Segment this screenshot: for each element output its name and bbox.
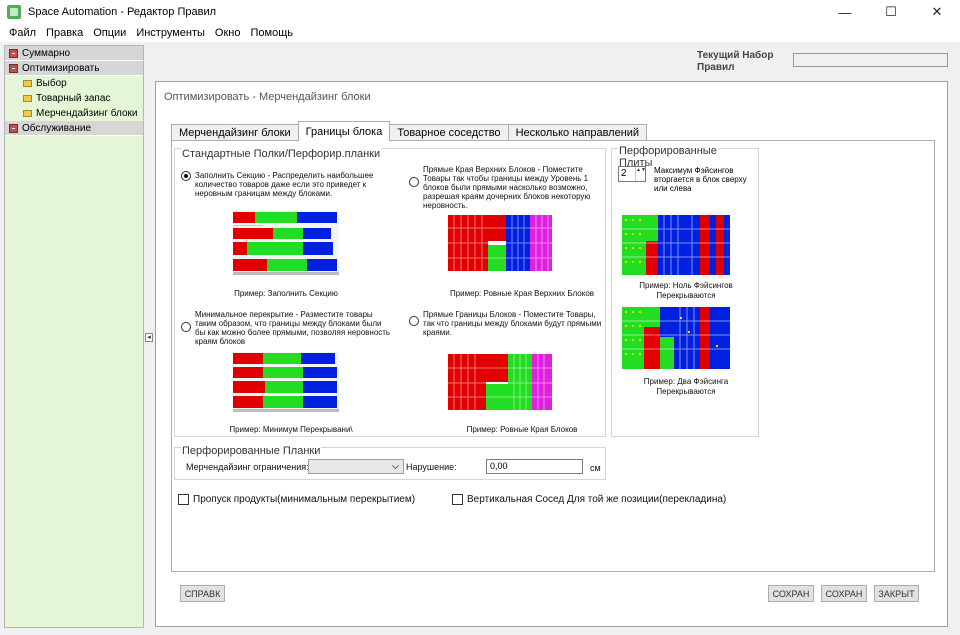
page-title: Оптимизировать - Мерчендайзинг блоки <box>164 91 371 103</box>
violation-label: Нарушение: <box>406 462 457 472</box>
option-fill-section[interactable]: Заполнить Секцию - Распределить наибольш… <box>181 171 386 198</box>
example-zero-facings-image <box>622 211 730 279</box>
vertical-neighbor-checkbox[interactable] <box>452 494 463 505</box>
help-button[interactable]: СПРАВК <box>180 585 225 602</box>
option-straight-block-edges[interactable]: Прямые Границы Блоков - Поместите Товары… <box>409 310 605 337</box>
folder-icon <box>23 80 32 87</box>
constraint-select[interactable] <box>308 459 404 474</box>
example-caption: Пример: Ровные Края Блоков <box>466 425 578 434</box>
menu-window[interactable]: Окно <box>210 27 246 39</box>
save-button-2[interactable]: СОХРАН <box>821 585 867 602</box>
stepper-arrows-icon[interactable]: ▲▼ <box>635 167 646 181</box>
radio-straight-block-edges[interactable] <box>409 316 419 326</box>
tree-item-optimize[interactable]: Оптимизировать <box>5 61 143 76</box>
red-node-icon <box>9 123 18 133</box>
vertical-neighbor-checkbox-row[interactable]: Вертикальная Сосед Для той же позиции(пе… <box>452 494 726 505</box>
tree-item-label: Оптимизировать <box>22 62 100 74</box>
menu-bar: Файл Правка Опции Инструменты Окно Помощ… <box>0 24 960 42</box>
navigation-tree: Суммарно Оптимизировать Выбор Товарный з… <box>4 45 144 628</box>
window-controls: — ☐ ✕ <box>822 0 960 24</box>
violation-input[interactable]: 0,00 <box>486 459 583 474</box>
tree-item-merch-blocks[interactable]: Мерчендайзинг блоки <box>5 106 143 121</box>
unit-label: см <box>590 463 601 473</box>
skip-products-checkbox[interactable] <box>178 494 189 505</box>
example-caption: Пример: Минимум Перекрывани\ <box>229 425 353 434</box>
example-two-facings-image <box>622 305 730 371</box>
tab-content: Стандартные Полки/Перфорир.планки Заполн… <box>171 140 935 572</box>
tree-item-label: Обслуживание <box>22 122 92 134</box>
folder-icon <box>23 110 32 117</box>
perforated-strips-group: Перфорированные Планки Мерчендайзинг огр… <box>174 445 606 480</box>
example-straight-block-edges-image <box>448 352 554 412</box>
option-text: Заполнить Секцию - Распределить наибольш… <box>195 171 374 198</box>
tree-item-label: Суммарно <box>22 47 71 59</box>
example-fill-section-image <box>233 211 339 275</box>
shelves-group: Стандартные Полки/Перфорир.планки Заполн… <box>174 148 606 437</box>
rule-set-label: Текущий Набор Правил <box>697 50 774 73</box>
radio-fill-section[interactable] <box>181 171 191 181</box>
tab-strip: Мерчендайзинг блоки Границы блока Товарн… <box>171 121 648 141</box>
option-text: Прямые Границы Блоков - Поместите Товары… <box>423 310 602 337</box>
tree-item-summary[interactable]: Суммарно <box>5 46 143 61</box>
window-title: Space Automation - Редактор Правил <box>28 6 217 18</box>
option-text: Прямые Края Верхних Блоков - Поместите Т… <box>423 165 591 210</box>
menu-edit[interactable]: Правка <box>41 27 88 39</box>
chevron-down-icon <box>392 462 399 469</box>
main-panel: Оптимизировать - Мерчендайзинг блоки Мер… <box>155 81 948 627</box>
red-node-icon <box>9 48 18 58</box>
tree-item-label: Товарный запас <box>36 93 111 104</box>
pegboard-group: Перфорированные Плиты 2 ▲▼ Максимум Фэйс… <box>611 145 759 437</box>
close-icon[interactable]: ✕ <box>914 0 960 24</box>
tab-merch-blocks[interactable]: Мерчендайзинг блоки <box>171 124 299 141</box>
option-minimal-overlap[interactable]: Минимальное перекрытие - Разместите това… <box>181 310 393 346</box>
skip-products-checkbox-row[interactable]: Пропуск продукты(минимальным перекрытием… <box>178 494 415 505</box>
facings-stepper[interactable]: 2 ▲▼ <box>618 166 646 182</box>
example-caption: Пример: Ноль Фэйсингов Перекрываются <box>639 281 733 300</box>
menu-tools[interactable]: Инструменты <box>131 27 210 39</box>
title-bar: Space Automation - Редактор Правил — ☐ ✕ <box>0 0 960 24</box>
radio-straight-top-edges[interactable] <box>409 177 419 187</box>
checkbox-label: Вертикальная Сосед Для той же позиции(пе… <box>467 494 727 505</box>
tab-product-adjacency[interactable]: Товарное соседство <box>389 124 509 141</box>
group-title: Стандартные Полки/Перфорир.планки <box>181 148 382 160</box>
tab-block-boundaries[interactable]: Границы блока <box>297 121 391 141</box>
stepper-value: 2 <box>621 168 627 179</box>
example-straight-top-edges-image <box>448 213 554 273</box>
red-node-icon <box>9 63 18 73</box>
app-icon <box>7 5 21 19</box>
tree-item-label: Мерчендайзинг блоки <box>36 108 138 119</box>
facings-note: Максимум Фэйсингов вторгается в блок све… <box>654 166 747 193</box>
save-button-1[interactable]: СОХРАН <box>768 585 814 602</box>
menu-help[interactable]: Помощь <box>245 27 298 39</box>
maximize-icon[interactable]: ☐ <box>868 0 914 24</box>
tree-item-label: Выбор <box>36 78 67 89</box>
option-straight-top-edges[interactable]: Прямые Края Верхних Блоков - Поместите Т… <box>409 165 605 210</box>
menu-options[interactable]: Опции <box>88 27 131 39</box>
option-text: Минимальное перекрытие - Разместите това… <box>195 310 391 346</box>
folder-icon <box>23 95 32 102</box>
group-title: Перфорированные Планки <box>181 445 322 457</box>
tab-multiple-directions[interactable]: Несколько направлений <box>507 124 648 141</box>
tree-item-maintenance[interactable]: Обслуживание <box>5 121 143 136</box>
close-button[interactable]: ЗАКРЫТ <box>874 585 919 602</box>
splitter-collapse-icon[interactable]: ◂ <box>145 333 153 342</box>
example-caption: Пример: Ровные Края Верхних Блоков <box>449 289 595 298</box>
example-caption: Пример: Два Фэйсинга Перекрываются <box>643 377 729 396</box>
menu-file[interactable]: Файл <box>4 27 41 39</box>
minimize-icon[interactable]: — <box>822 0 868 24</box>
radio-minimal-overlap[interactable] <box>181 322 191 332</box>
tree-item-inventory[interactable]: Товарный запас <box>5 91 143 106</box>
tree-item-selection[interactable]: Выбор <box>5 76 143 91</box>
example-caption: Пример: Заполнить Секцию <box>234 289 338 298</box>
example-minimal-overlap-image <box>233 352 339 412</box>
checkbox-label: Пропуск продукты(минимальным перекрытием… <box>193 494 416 505</box>
rule-set-field[interactable] <box>793 53 948 67</box>
constraint-label: Мерчендайзинг ограничения: <box>186 462 309 472</box>
